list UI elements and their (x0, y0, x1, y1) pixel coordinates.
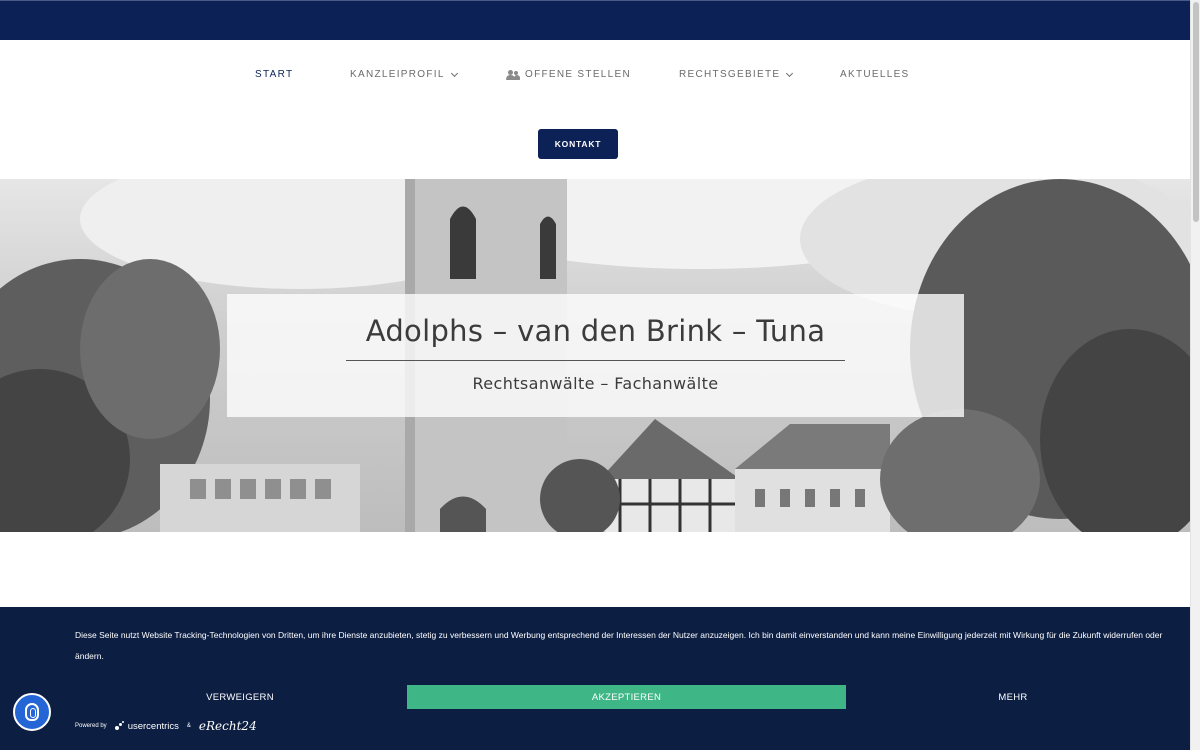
chevron-down-icon (786, 69, 794, 77)
kontakt-button[interactable]: KONTAKT (538, 129, 618, 159)
cookie-text: Diese Seite nutzt Website Tracking-Techn… (75, 630, 1163, 661)
nav-item-aktuelles[interactable]: AKTUELLES (840, 69, 910, 80)
scrollbar[interactable] (1190, 0, 1200, 750)
nav-item-label: KANZLEIPROFIL (350, 69, 445, 80)
hero-subtitle: Rechtsanwälte – Fachanwälte (472, 374, 719, 393)
nav-item-label: OFFENE STELLEN (525, 69, 631, 80)
usercentrics-dots-icon (114, 721, 125, 731)
divider (346, 360, 845, 361)
powered-by-label: Powered by (75, 723, 107, 729)
top-bar (0, 0, 1190, 40)
cookie-banner: Diese Seite nutzt Website Tracking-Techn… (0, 607, 1190, 750)
scrollbar-thumb[interactable] (1193, 2, 1199, 222)
usercentrics-label: usercentrics (127, 720, 179, 732)
nav-item-rechtsgebiete[interactable]: RECHTSGEBIETE (679, 69, 794, 80)
main-navigation: START KANZLEIPROFIL OFFENE STELLEN RECHT… (0, 40, 1190, 110)
hero-title-box: Adolphs – van den Brink – Tuna Rechtsanw… (227, 294, 964, 417)
more-button[interactable]: MEHR (848, 685, 1178, 709)
nav-item-kanzleiprofil[interactable]: KANZLEIPROFIL (350, 69, 458, 80)
chevron-down-icon (450, 69, 458, 77)
users-icon (506, 69, 520, 80)
erecht24-logo: eRecht24 (198, 719, 257, 733)
nav-item-offene-stellen[interactable]: OFFENE STELLEN (506, 69, 631, 80)
deny-button[interactable]: VERWEIGERN (75, 685, 405, 709)
page: START KANZLEIPROFIL OFFENE STELLEN RECHT… (0, 0, 1200, 750)
nav-item-start[interactable]: START (255, 69, 293, 80)
hero-title: Adolphs – van den Brink – Tuna (365, 314, 826, 348)
usercentrics-logo: usercentrics (114, 720, 179, 732)
nav-item-label: START (255, 69, 294, 80)
fingerprint-icon (25, 703, 39, 721)
powered-by: Powered by usercentrics & eRecht24 (75, 719, 257, 733)
nav-item-label: AKTUELLES (840, 69, 910, 80)
accept-button[interactable]: AKZEPTIEREN (407, 685, 846, 709)
nav-item-label: RECHTSGEBIETE (679, 69, 781, 80)
ampersand: & (186, 723, 191, 729)
hero-section: Adolphs – van den Brink – Tuna Rechtsanw… (0, 179, 1190, 532)
privacy-settings-button[interactable] (13, 693, 51, 731)
